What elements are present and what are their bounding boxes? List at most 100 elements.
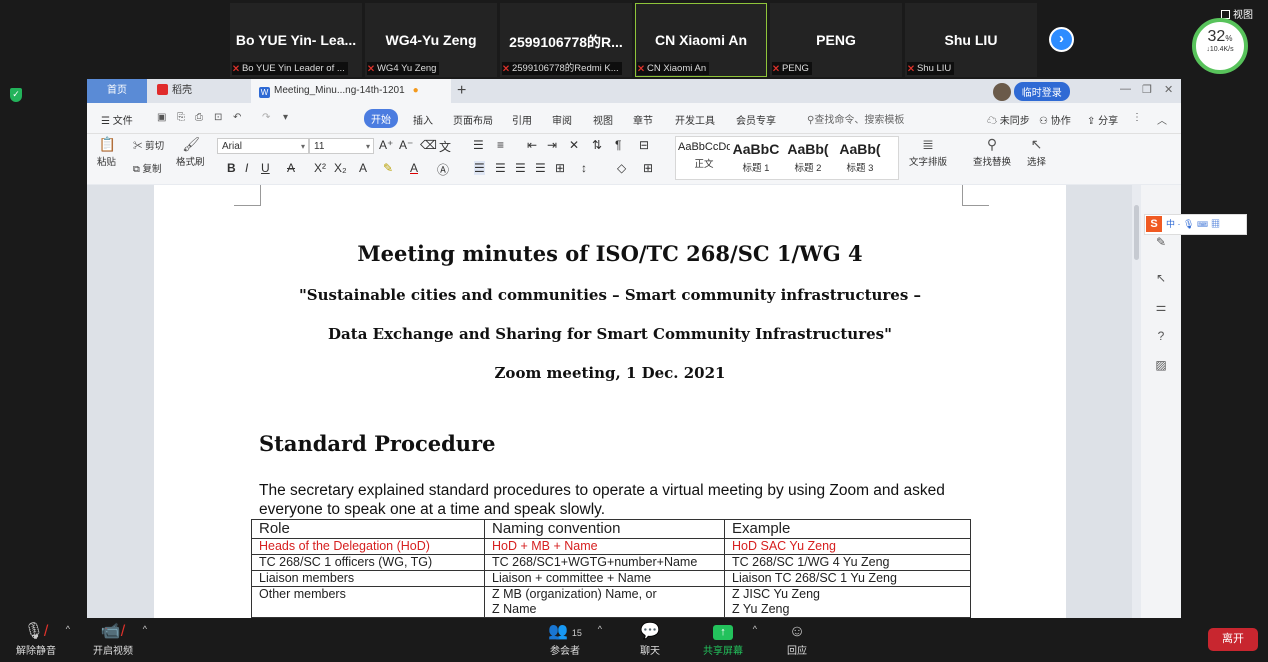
vertical-scrollbar[interactable] xyxy=(1132,185,1141,618)
restore-icon[interactable]: ❐ xyxy=(1142,83,1152,96)
share-button[interactable]: ⇪ 分享 xyxy=(1087,112,1118,127)
justify-icon[interactable]: ☰ xyxy=(535,161,546,175)
participant-tile-active[interactable]: CN Xiaomi An ⨯ CN Xiaomi An xyxy=(635,3,767,77)
chevron-up-icon[interactable]: ^ xyxy=(66,624,70,634)
cursor-icon[interactable]: ↖ xyxy=(1154,271,1168,285)
close-icon[interactable]: ✕ xyxy=(1164,83,1173,96)
menu-chapter[interactable]: 章节 xyxy=(633,112,653,127)
sort-icon[interactable]: ⇅ xyxy=(592,138,602,152)
tab-stop-icon[interactable]: ⊟ xyxy=(639,138,649,152)
customize-icon[interactable]: ▾ xyxy=(283,112,288,123)
style-heading-2[interactable]: AaBb(标题 2 xyxy=(782,141,834,174)
numbered-list-icon[interactable]: ≡ xyxy=(497,138,504,152)
copy-button[interactable]: ⧉ 复制 xyxy=(133,161,161,175)
format-painter-button[interactable]: 🖌 格式刷 xyxy=(176,136,205,168)
save-icon[interactable]: ▣ xyxy=(157,112,166,123)
style-heading-1[interactable]: AaBbC 标题 1 xyxy=(730,141,782,174)
participant-tile[interactable]: 2599106778的R... ⨯ 2599106778的Redmi K... xyxy=(500,3,632,77)
participant-tile[interactable]: PENG ⨯ PENG xyxy=(770,3,902,77)
temp-login-button[interactable]: 临时登录 xyxy=(1013,82,1070,101)
print-icon[interactable]: ⎙ xyxy=(195,112,203,123)
collapse-ribbon-icon[interactable]: ︿ xyxy=(1157,112,1167,127)
security-shield-icon[interactable]: ✓ xyxy=(10,88,22,102)
export-icon[interactable]: ⎘ xyxy=(177,112,185,123)
align-left-icon[interactable]: ☰ xyxy=(474,161,485,175)
redo-icon[interactable]: ↷ xyxy=(262,112,270,123)
shading-icon[interactable]: ◇ xyxy=(617,161,626,175)
chevron-up-icon[interactable]: ^ xyxy=(143,624,147,634)
menu-developer[interactable]: 开发工具 xyxy=(675,112,715,127)
strikethrough-icon[interactable]: A xyxy=(287,161,295,175)
participants-button[interactable]: 👥 15 参会者 ^ xyxy=(548,622,602,657)
more-icon[interactable]: ⋮ xyxy=(1132,112,1142,123)
participant-tile[interactable]: Shu LIU ⨯ Shu LIU xyxy=(905,3,1037,77)
new-tab-button[interactable]: + xyxy=(457,79,475,103)
collab-button[interactable]: ⚇ 协作 xyxy=(1039,112,1071,127)
superscript-icon[interactable]: X² xyxy=(314,161,326,175)
indent-icon[interactable]: ⇥ xyxy=(547,138,557,152)
style-heading-3[interactable]: AaBb(标题 3 xyxy=(834,141,886,174)
document-page[interactable]: Meeting minutes of ISO/TC 268/SC 1/WG 4 … xyxy=(154,185,1066,618)
clear-format-icon[interactable]: ⌫ xyxy=(420,138,437,152)
menu-home[interactable]: 开始 xyxy=(364,109,398,128)
text-effect-icon[interactable]: A xyxy=(359,161,367,175)
edit-icon[interactable]: ✎ xyxy=(1154,235,1168,249)
tab-document[interactable]: W Meeting_Minu...ng-14th-1201 ● xyxy=(251,79,451,103)
chat-button[interactable]: 💬 聊天 xyxy=(640,622,660,657)
menu-member[interactable]: 会员专享 xyxy=(736,112,776,127)
menu-file[interactable]: ☰ 文件 xyxy=(101,112,133,127)
adjust-icon[interactable]: ⚌ xyxy=(1154,300,1168,314)
help-icon[interactable]: ? xyxy=(1154,329,1168,343)
participant-tile[interactable]: WG4-Yu Zeng ⨯ WG4 Yu Zeng xyxy=(365,3,497,77)
select-button[interactable]: ↖ 选择 xyxy=(1027,136,1046,168)
char-border-icon[interactable]: Ⓐ xyxy=(437,161,449,178)
shrink-font-icon[interactable]: A⁻ xyxy=(399,138,413,152)
menu-page-layout[interactable]: 页面布局 xyxy=(453,112,493,127)
menu-view[interactable]: 视图 xyxy=(593,112,613,127)
unmute-button[interactable]: 🎙/ 解除静音 ^ xyxy=(16,622,70,657)
align-center-icon[interactable]: ☰ xyxy=(495,161,506,175)
command-search[interactable]: ⚲查找命令、搜索模板 xyxy=(807,111,904,126)
font-size-select[interactable]: 11 ▾ xyxy=(309,138,374,154)
leave-button[interactable]: 离开 xyxy=(1208,628,1258,651)
phonetic-icon[interactable]: 文 xyxy=(439,138,451,155)
undo-icon[interactable]: ↶ xyxy=(233,112,241,123)
align-right-icon[interactable]: ☰ xyxy=(515,161,526,175)
font-color-icon[interactable]: A xyxy=(410,161,418,175)
show-marks-icon[interactable]: ¶ xyxy=(615,138,621,152)
italic-icon[interactable]: I xyxy=(245,161,248,175)
avatar[interactable] xyxy=(993,82,1011,101)
bullet-list-icon[interactable]: ☰ xyxy=(473,138,484,152)
grow-font-icon[interactable]: A⁺ xyxy=(379,138,393,152)
cut-button[interactable]: ✂ 剪切 xyxy=(133,138,164,152)
sync-button[interactable]: ☁ 未同步 xyxy=(987,112,1030,127)
font-family-select[interactable]: Arial ▾ xyxy=(217,138,309,154)
outdent-icon[interactable]: ⇤ xyxy=(527,138,537,152)
find-replace-button[interactable]: ⚲ 查找替换 xyxy=(973,136,1011,168)
chinese-layout-icon[interactable]: ✕ xyxy=(569,138,579,152)
border-icon[interactable]: ⊞ xyxy=(643,161,653,175)
participant-tile[interactable]: Bo YUE Yin- Lea... ⨯ Bo YUE Yin Leader of… xyxy=(230,3,362,77)
ime-toolbar[interactable]: S中 · 🎙 ⌨ ▦ xyxy=(1144,214,1247,235)
minimize-icon[interactable]: — xyxy=(1120,83,1131,95)
share-screen-button[interactable]: ↑ 共享屏幕 ^ xyxy=(703,622,757,657)
chevron-up-icon[interactable]: ^ xyxy=(598,624,602,634)
line-spacing-icon[interactable]: ↕ xyxy=(581,161,587,175)
image-icon[interactable]: ▨ xyxy=(1154,358,1168,372)
menu-references[interactable]: 引用 xyxy=(512,112,532,127)
next-page-button[interactable]: › xyxy=(1049,27,1074,52)
reactions-button[interactable]: ☺ 回应 xyxy=(787,622,807,657)
menu-review[interactable]: 审阅 xyxy=(552,112,572,127)
tab-daoke[interactable]: 稻壳 xyxy=(147,79,257,103)
start-video-button[interactable]: 📹/ 开启视频 ^ xyxy=(93,622,147,657)
text-layout-button[interactable]: ≣ 文字排版 xyxy=(909,136,947,168)
style-normal[interactable]: AaBbCcDd 正文 xyxy=(678,141,730,170)
preview-icon[interactable]: ⊡ xyxy=(214,112,222,123)
tab-home[interactable]: 首页 xyxy=(87,79,147,103)
subscript-icon[interactable]: X₂ xyxy=(334,161,347,175)
chevron-up-icon[interactable]: ^ xyxy=(753,624,757,634)
distribute-icon[interactable]: ⊞ xyxy=(555,161,565,175)
paste-button[interactable]: 📋 粘贴 xyxy=(97,136,116,168)
menu-insert[interactable]: 插入 xyxy=(413,112,433,127)
underline-icon[interactable]: U xyxy=(261,161,270,175)
